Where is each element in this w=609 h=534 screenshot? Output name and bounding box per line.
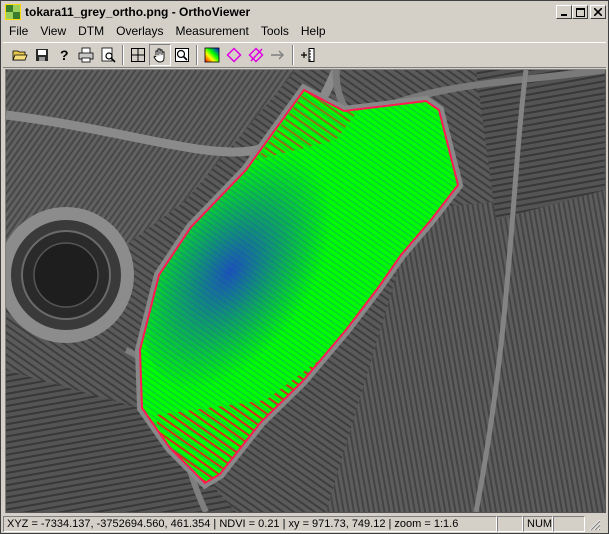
open-folder-icon: [12, 50, 28, 61]
toolbar-separator: [292, 45, 294, 65]
resize-grip-icon[interactable]: [587, 517, 601, 531]
menu-file[interactable]: File: [3, 22, 34, 41]
minimize-button[interactable]: [556, 5, 572, 19]
close-button[interactable]: [590, 5, 606, 19]
menu-measurement[interactable]: Measurement: [169, 22, 254, 41]
zoom-icon: [175, 48, 189, 62]
diamond-marker-icon: [226, 47, 242, 63]
toolbar-separator: [122, 45, 124, 65]
fit-extent-icon: [131, 48, 145, 62]
menu-tools[interactable]: Tools: [255, 22, 295, 41]
diamond-marker-button[interactable]: [223, 44, 245, 66]
menu-overlays[interactable]: Overlays: [110, 22, 169, 41]
status-num-lock: NUM: [523, 516, 553, 532]
status-coordinates: XYZ = -7334.137, -3752694.560, 461.354 |…: [3, 516, 497, 532]
ortho-image-view[interactable]: [5, 69, 606, 513]
status-pane: [497, 516, 523, 532]
open-button[interactable]: [9, 44, 31, 66]
save-button[interactable]: [31, 44, 53, 66]
erase-marker-button[interactable]: [245, 44, 267, 66]
print-preview-button[interactable]: [97, 44, 119, 66]
menu-help[interactable]: Help: [295, 22, 332, 41]
add-point-button[interactable]: [297, 44, 319, 66]
add-point-icon: [301, 48, 315, 62]
measure-line-icon: [271, 50, 284, 60]
save-icon: [36, 49, 48, 61]
print-icon: [78, 47, 94, 63]
menu-view[interactable]: View: [34, 22, 72, 41]
pan-hand-icon: [153, 48, 165, 63]
help-icon: ?: [60, 47, 69, 63]
maximize-icon: [575, 7, 585, 17]
toolbar: ?: [3, 42, 606, 68]
window-title: tokara11_grey_ortho.png - OrthoViewer: [25, 5, 251, 19]
ndvi-overlay-button[interactable]: [201, 44, 223, 66]
svg-text:?: ?: [60, 47, 69, 63]
help-button[interactable]: ?: [53, 44, 75, 66]
status-pane: [553, 516, 585, 532]
toolbar-separator: [196, 45, 198, 65]
fit-extent-button[interactable]: [127, 44, 149, 66]
minimize-icon: [561, 14, 567, 16]
dam-core: [33, 242, 99, 308]
ndvi-overlay-icon: [204, 47, 220, 63]
print-preview-icon: [101, 47, 116, 63]
pan-button[interactable]: [149, 44, 171, 66]
menu-dtm[interactable]: DTM: [72, 22, 110, 41]
app-icon: [5, 4, 21, 20]
maximize-button[interactable]: [572, 5, 588, 19]
erase-marker-icon: [248, 47, 264, 63]
ortho-image[interactable]: [6, 70, 605, 512]
measure-line-button[interactable]: [267, 44, 289, 66]
app-window: tokara11_grey_ortho.png - OrthoViewer Fi…: [0, 0, 609, 534]
zoom-button[interactable]: [171, 44, 193, 66]
title-bar[interactable]: tokara11_grey_ortho.png - OrthoViewer: [3, 3, 606, 21]
print-button[interactable]: [75, 44, 97, 66]
close-icon: [594, 8, 602, 16]
status-bar: XYZ = -7334.137, -3752694.560, 461.354 |…: [3, 515, 606, 533]
menu-bar: File View DTM Overlays Measurement Tools…: [3, 22, 606, 41]
